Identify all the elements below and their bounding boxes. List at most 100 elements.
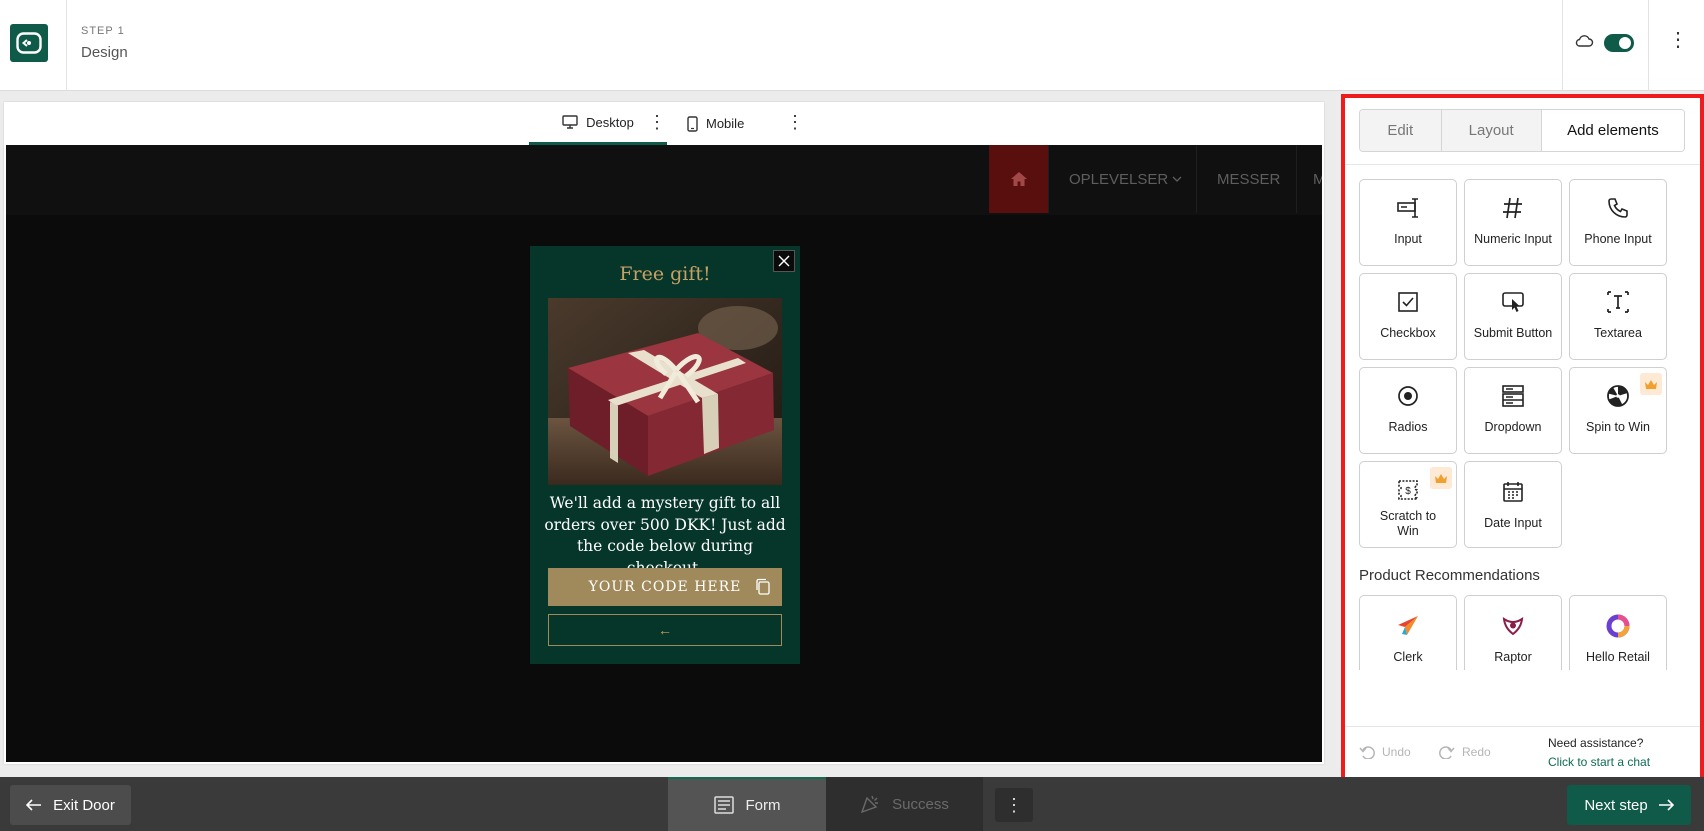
element-input[interactable]: Input	[1359, 179, 1457, 266]
website-preview: OPLEVELSER MESSER M Free gift! We'll add…	[6, 145, 1322, 762]
nav-item-truncated: M	[1296, 145, 1322, 213]
preview-area: Desktop ⋮ Mobile ⋮ OPLEVELSER MESSER M F…	[4, 102, 1324, 764]
nav-item-messer: MESSER	[1196, 145, 1300, 213]
tab-layout[interactable]: Layout	[1441, 110, 1542, 151]
code-text: YOUR CODE HERE	[588, 579, 742, 595]
panel-tabs: Edit Layout Add elements	[1359, 109, 1685, 152]
start-chat-link[interactable]: Click to start a chat	[1548, 755, 1650, 769]
divider	[1562, 0, 1563, 91]
crown-icon	[1640, 373, 1662, 395]
back-arrow-button[interactable]: ←	[548, 614, 782, 646]
radio-icon	[1397, 382, 1419, 410]
element-spin-to-win[interactable]: Spin to Win	[1569, 367, 1667, 454]
element-phone-input[interactable]: Phone Input	[1569, 179, 1667, 266]
tab-mobile-label: Mobile	[706, 116, 745, 131]
mobile-icon	[687, 115, 698, 132]
element-label: Scratch to Win	[1379, 509, 1437, 538]
mobile-options-icon[interactable]: ⋮	[786, 112, 804, 133]
undo-button[interactable]: Undo	[1359, 745, 1411, 759]
party-icon	[860, 795, 879, 814]
element-numeric-input[interactable]: Numeric Input	[1464, 179, 1562, 266]
exit-door-button[interactable]: Exit Door	[10, 785, 131, 825]
logo-icon	[16, 32, 42, 54]
element-dropdown[interactable]: Dropdown	[1464, 367, 1562, 454]
step-tab-form[interactable]: Form	[668, 777, 826, 831]
recommendations-grid: Clerk Raptor Hello Retail	[1359, 595, 1669, 670]
wheel-icon	[1606, 382, 1630, 410]
panel-footer: Undo Redo Need assistance? Click to star…	[1345, 726, 1700, 777]
element-date-input[interactable]: Date Input	[1464, 461, 1562, 548]
autosave-toggle[interactable]	[1604, 34, 1634, 52]
gift-image[interactable]	[548, 298, 782, 485]
svg-text:$: $	[1405, 486, 1411, 497]
element-label: Spin to Win	[1586, 420, 1650, 434]
scratch-ticket-icon: $	[1396, 476, 1420, 504]
next-step-button[interactable]: Next step	[1567, 785, 1691, 825]
redo-button[interactable]: Redo	[1439, 745, 1491, 759]
element-label: Submit Button	[1473, 326, 1553, 340]
element-textarea[interactable]: Textarea	[1569, 273, 1667, 360]
dropdown-icon	[1501, 382, 1525, 410]
element-raptor[interactable]: Raptor	[1464, 595, 1562, 670]
divider	[1648, 0, 1649, 91]
popup-title[interactable]: Free gift!	[530, 263, 800, 285]
desktop-icon	[562, 115, 578, 129]
popup-form[interactable]: Free gift! We'll add a mystery gift to a…	[530, 246, 800, 664]
element-hello-retail[interactable]: Hello Retail	[1569, 595, 1667, 670]
top-header: STEP 1 Design ⋮	[0, 0, 1704, 91]
divider	[66, 0, 67, 91]
undo-icon	[1359, 746, 1375, 759]
element-submit-button[interactable]: Submit Button	[1464, 273, 1562, 360]
element-label: Dropdown	[1484, 420, 1542, 434]
submit-click-icon	[1501, 288, 1525, 316]
crown-icon	[1430, 467, 1452, 489]
element-clerk[interactable]: Clerk	[1359, 595, 1457, 670]
elements-panel: Edit Layout Add elements Input Numeric I…	[1341, 94, 1704, 777]
hello-retail-logo-icon	[1606, 612, 1630, 640]
steps-options-icon[interactable]: ⋮	[995, 788, 1033, 822]
element-label: Date Input	[1484, 516, 1542, 530]
redo-icon	[1439, 746, 1455, 759]
step-label: STEP 1	[81, 25, 125, 37]
element-checkbox[interactable]: Checkbox	[1359, 273, 1457, 360]
popup-message[interactable]: We'll add a mystery gift to all orders o…	[544, 493, 786, 579]
cloud-icon	[1575, 35, 1594, 47]
home-icon	[989, 145, 1048, 213]
app-logo[interactable]	[10, 24, 48, 62]
nav-item-oplevelser: OPLEVELSER	[1048, 145, 1202, 213]
bottom-bar: Exit Door Form Success ⋮ Next step	[0, 777, 1704, 831]
element-label: Phone Input	[1584, 232, 1652, 246]
element-radios[interactable]: Radios	[1359, 367, 1457, 454]
more-options-icon[interactable]: ⋮	[1668, 30, 1688, 50]
copy-code-button[interactable]: YOUR CODE HERE	[548, 568, 782, 606]
tab-mobile[interactable]: Mobile	[687, 102, 767, 145]
elements-list[interactable]: Input Numeric Input Phone Input Checkbox	[1345, 165, 1700, 670]
element-scratch-to-win[interactable]: $ Scratch to Win	[1359, 461, 1457, 548]
tab-edit[interactable]: Edit	[1360, 110, 1442, 151]
phone-icon	[1607, 194, 1629, 222]
element-label: Hello Retail	[1586, 650, 1650, 664]
step-title: Design	[81, 44, 128, 61]
step-tab-success[interactable]: Success	[826, 777, 983, 831]
element-label: Input	[1394, 232, 1422, 246]
hash-icon	[1502, 194, 1524, 222]
desktop-options-icon[interactable]: ⋮	[648, 112, 666, 133]
site-navigation: OPLEVELSER MESSER M	[6, 145, 1322, 215]
checkbox-icon	[1397, 288, 1419, 316]
element-label: Numeric Input	[1474, 232, 1552, 246]
element-label: Raptor	[1494, 650, 1532, 664]
copy-icon	[756, 578, 770, 595]
chevron-down-icon	[1172, 176, 1182, 182]
clerk-logo-icon	[1396, 612, 1420, 640]
element-label: Checkbox	[1380, 326, 1436, 340]
element-label: Radios	[1388, 420, 1428, 434]
assistance-question: Need assistance?	[1548, 736, 1644, 750]
input-icon	[1396, 194, 1420, 222]
tab-desktop[interactable]: Desktop	[529, 102, 667, 145]
raptor-logo-icon	[1501, 612, 1525, 640]
section-title-product-recommendations: Product Recommendations	[1359, 567, 1540, 584]
arrow-right-icon	[1658, 799, 1674, 811]
element-label: Clerk	[1393, 650, 1423, 664]
device-tabs: Desktop ⋮ Mobile ⋮	[4, 102, 1324, 145]
tab-add-elements[interactable]: Add elements	[1541, 110, 1684, 151]
